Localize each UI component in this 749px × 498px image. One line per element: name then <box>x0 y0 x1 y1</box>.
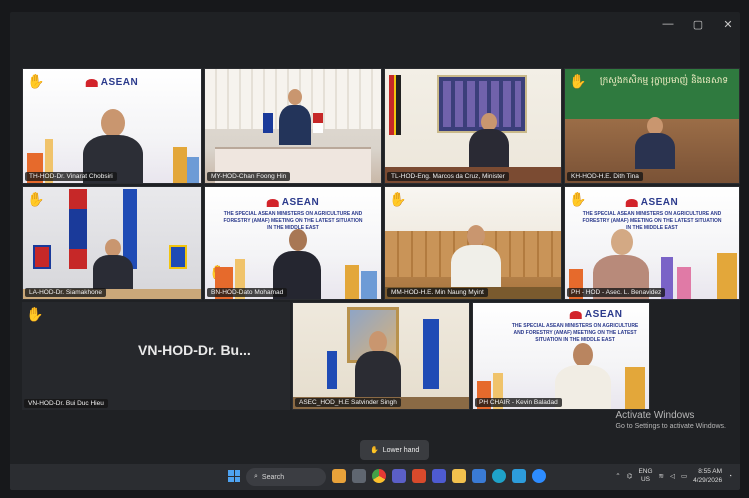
raised-hand-icon: ✋ <box>27 73 45 89</box>
notification-icon[interactable]: ◔ <box>728 473 732 480</box>
meeting-window: — ▢ ✕ ASEAN ✋ TH-HOD-Dr. Vinarat Chobsir… <box>10 12 740 490</box>
flag <box>313 113 323 133</box>
edge-icon[interactable] <box>492 469 506 483</box>
raised-hand-icon: ✋ <box>569 73 587 89</box>
zoom-icon[interactable] <box>532 469 546 483</box>
clock-time: 8:55 AM <box>698 468 723 475</box>
asean-logo: ASEAN <box>85 77 139 88</box>
participant-video <box>469 113 509 169</box>
participant-video <box>93 239 133 289</box>
clock[interactable]: 8:55 AM 4/29/2026 <box>693 467 722 485</box>
start-icon[interactable] <box>228 470 240 482</box>
participant-placeholder-name: VN-HOD-Dr. Bu... <box>138 342 251 358</box>
lower-hand-label: Lower hand <box>382 446 420 454</box>
system-tray: ⌃ ⌬ ENG US ≋ ◁ ▭ 8:55 AM 4/29/2026 ◔ <box>615 467 732 485</box>
participant-video <box>451 225 501 289</box>
flag <box>423 319 439 389</box>
video-tile-ph-chair[interactable]: ASEAN THE SPECIAL ASEAN MINISTERS ON AGR… <box>472 302 650 410</box>
store-icon[interactable] <box>472 469 486 483</box>
clock-date: 4/29/2026 <box>693 477 723 484</box>
activate-windows-watermark: Activate Windows Go to Settings to activ… <box>616 410 727 430</box>
flag <box>69 189 87 269</box>
participant-video <box>279 89 311 145</box>
participant-name: TH-HOD-Dr. Vinarat Chobsiri <box>25 172 117 181</box>
video-tile-sg[interactable]: ASEC_HOD_H.E Satvinder Singh <box>292 302 470 410</box>
video-tile-la[interactable]: ✋ LA-HOD-Dr. Siamakhone <box>22 186 202 300</box>
flag <box>327 351 337 389</box>
raised-hand-icon: ✋ <box>27 191 45 207</box>
window-controls: — ▢ ✕ <box>662 18 734 31</box>
video-tile-mm[interactable]: ✋ MM-HOD-H.E. Min Naung Myint <box>384 186 562 300</box>
search-icon: ⌕ <box>254 473 258 480</box>
participant-name: MY-HOD-Chan Foong Hin <box>207 172 291 181</box>
emblem <box>169 245 187 269</box>
participant-name: KH-HOD-H.E. Dith Tina <box>567 172 643 181</box>
participant-name: BN-HOD-Dato Mohamad <box>207 288 288 297</box>
participant-name: LA-HOD-Dr. Siamakhone <box>25 288 106 297</box>
video-tile-ph[interactable]: ASEAN THE SPECIAL ASEAN MINISTERS ON AGR… <box>564 186 740 300</box>
folder-icon[interactable] <box>452 469 466 483</box>
participant-name: VN-HOD-Dr. Bui Duc Hieu <box>24 399 108 408</box>
video-tile-my[interactable]: ✋ MY-HOD-Chan Foong Hin <box>204 68 382 184</box>
close-icon[interactable]: ✕ <box>722 18 734 31</box>
video-tile-bn[interactable]: ASEAN THE SPECIAL ASEAN MINISTERS ON AGR… <box>204 186 382 300</box>
raised-hand-icon: ✋ <box>569 191 587 207</box>
asean-logo: ASEAN <box>625 197 679 208</box>
ministry-sign: ក្រសួងកសិកម្ម រុក្ខាប្រមាញ់ និងនេសាទ <box>599 76 729 86</box>
taskbar: ⌕ Search ⌃ ⌬ ENG US ≋ ◁ ▭ 8:55 AM 4/29/2… <box>10 464 740 490</box>
chrome-icon[interactable] <box>372 469 386 483</box>
asean-logo: ASEAN <box>569 309 623 320</box>
raised-hand-icon: ✋ <box>26 306 44 322</box>
meet-icon[interactable] <box>392 469 406 483</box>
chevron-up-icon[interactable]: ⌃ <box>615 472 620 480</box>
participant-video <box>355 331 401 397</box>
app-icon[interactable] <box>412 469 426 483</box>
battery-icon[interactable]: ▭ <box>681 472 687 480</box>
task-view-icon[interactable] <box>352 469 366 483</box>
phone-icon[interactable] <box>512 469 526 483</box>
participant-name: PH CHAIR - Kevin Baladad <box>475 398 562 407</box>
participant-video <box>83 103 143 183</box>
volume-icon[interactable]: ◁ <box>670 472 675 480</box>
emblem <box>33 245 51 269</box>
teams-icon[interactable] <box>432 469 446 483</box>
taskbar-apps <box>332 469 546 483</box>
participant-video <box>555 339 611 409</box>
raised-hand-icon: ✋ <box>370 447 379 454</box>
minimize-icon[interactable]: — <box>662 18 674 31</box>
participant-name: PH - HOD - Asec. L. Benavidez <box>567 288 666 297</box>
activate-subtitle: Go to Settings to activate Windows. <box>615 423 727 430</box>
search-label: Search <box>261 473 285 481</box>
maximize-icon[interactable]: ▢ <box>692 18 704 31</box>
asean-logo: ASEAN <box>266 197 320 208</box>
video-tile-tl[interactable]: TL-HOD-Eng. Marcos da Cruz, Minister <box>384 68 562 184</box>
participant-name: ASEC_HOD_H.E Satvinder Singh <box>295 398 401 407</box>
lower-hand-button[interactable]: ✋ Lower hand <box>360 440 430 460</box>
input-language[interactable]: ENG US <box>638 468 652 484</box>
flag <box>389 75 401 135</box>
activate-title: Activate Windows <box>615 410 695 421</box>
video-tile-kh[interactable]: ✋ ក្រសួងកសិកម្ម រុក្ខាប្រមាញ់ និងនេសាទ K… <box>564 68 740 184</box>
monitor: — ▢ ✕ ASEAN ✋ TH-HOD-Dr. Vinarat Chobsir… <box>0 0 749 498</box>
participant-video <box>635 117 675 169</box>
taskbar-search[interactable]: ⌕ Search <box>246 468 326 486</box>
wifi-icon[interactable]: ≋ <box>659 472 664 480</box>
participant-name: MM-HOD-H.E. Min Naung Myint <box>387 288 488 297</box>
video-tile-th[interactable]: ASEAN ✋ TH-HOD-Dr. Vinarat Chobsiri <box>22 68 202 184</box>
network-icon[interactable]: ⌬ <box>627 472 633 480</box>
weather-icon[interactable] <box>332 469 346 483</box>
raised-hand-icon: ✋ <box>389 191 407 207</box>
lang-code: ENG <box>638 468 653 475</box>
region-code: US <box>640 476 650 483</box>
flag <box>263 113 273 133</box>
participant-name: TL-HOD-Eng. Marcos da Cruz, Minister <box>387 172 509 181</box>
